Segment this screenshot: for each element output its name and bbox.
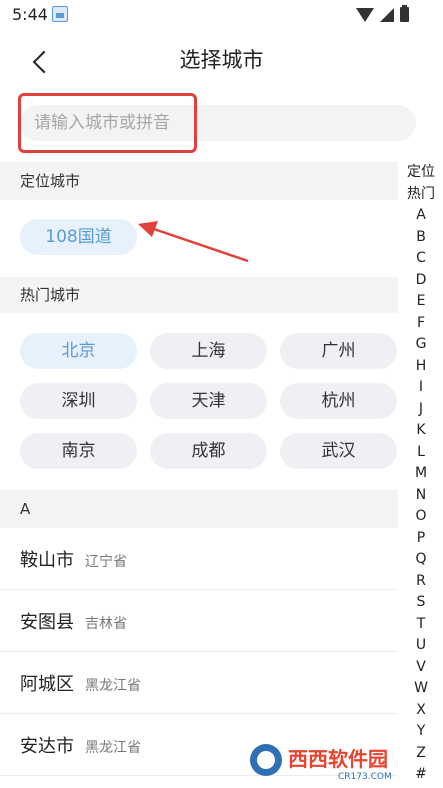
status-time: 5:44	[12, 5, 48, 24]
location-city-chip[interactable]: 108国道	[20, 219, 137, 255]
watermark-brand: 西西软件园	[288, 747, 388, 771]
index-item[interactable]: U	[404, 635, 438, 657]
hot-city-chip[interactable]: 天津	[150, 383, 267, 419]
hot-city-chip[interactable]: 上海	[150, 333, 267, 369]
city-province: 辽宁省	[85, 554, 127, 570]
index-item[interactable]: N	[404, 485, 438, 507]
city-name: 阿城区	[20, 674, 74, 695]
alphabet-index-bar[interactable]: 定位 热门 A B C D E F G H I J K L M N O P Q …	[404, 162, 438, 786]
city-province: 吉林省	[85, 616, 127, 632]
index-item[interactable]: D	[404, 270, 438, 292]
signal-icon	[380, 7, 394, 22]
page-title: 选择城市	[179, 48, 264, 72]
index-item[interactable]: P	[404, 528, 438, 550]
index-item[interactable]: S	[404, 592, 438, 614]
city-name: 安图县	[20, 612, 74, 633]
status-bar: 5:44	[0, 0, 443, 30]
index-item[interactable]: R	[404, 571, 438, 593]
hot-city-chip[interactable]: 成都	[150, 433, 267, 469]
city-province: 黑龙江省	[85, 678, 141, 694]
index-item[interactable]: J	[404, 399, 438, 421]
index-item[interactable]: A	[404, 205, 438, 227]
section-header-hot: 热门城市	[0, 277, 398, 313]
hot-city-chip[interactable]: 南京	[20, 433, 137, 469]
index-item[interactable]: L	[404, 442, 438, 464]
index-item[interactable]: I	[404, 377, 438, 399]
index-item[interactable]: G	[404, 334, 438, 356]
index-item-hot[interactable]: 热门	[404, 184, 438, 206]
city-list-item[interactable]: 安图县 吉林省	[0, 590, 398, 652]
index-item[interactable]: W	[404, 678, 438, 700]
annotation-arrow	[138, 221, 249, 263]
index-item[interactable]: E	[404, 291, 438, 313]
city-name: 鞍山市	[20, 550, 74, 571]
index-item[interactable]: X	[404, 700, 438, 722]
hot-city-chip[interactable]: 深圳	[20, 383, 137, 419]
index-item[interactable]: T	[404, 614, 438, 636]
index-item[interactable]: H	[404, 356, 438, 378]
index-item[interactable]: K	[404, 420, 438, 442]
watermark-domain: CR173.COM	[338, 772, 392, 782]
status-icons	[356, 5, 409, 22]
section-header-a: A	[0, 490, 398, 528]
index-item[interactable]: Q	[404, 549, 438, 571]
battery-icon	[400, 5, 409, 22]
city-list-item[interactable]: 阿城区 黑龙江省	[0, 652, 398, 714]
index-item-location[interactable]: 定位	[404, 162, 438, 184]
hot-city-chip[interactable]: 北京	[20, 333, 137, 369]
city-province: 黑龙江省	[85, 740, 141, 756]
index-item[interactable]: B	[404, 227, 438, 249]
index-item[interactable]: O	[404, 506, 438, 528]
index-item[interactable]: F	[404, 313, 438, 335]
city-list-item[interactable]: 鞍山市 辽宁省	[0, 528, 398, 590]
hot-city-chip[interactable]: 武汉	[280, 433, 397, 469]
header: 选择城市	[0, 30, 443, 84]
index-item[interactable]: V	[404, 657, 438, 679]
gallery-notification-icon	[52, 6, 68, 22]
watermark-logo: 西西软件园 CR173.COM	[250, 744, 392, 782]
city-name: 安达市	[20, 736, 74, 757]
wifi-icon	[356, 7, 374, 22]
index-item[interactable]: M	[404, 463, 438, 485]
search-highlight-annotation	[18, 93, 197, 153]
index-item[interactable]: C	[404, 248, 438, 270]
section-header-location: 定位城市	[0, 162, 398, 200]
hot-city-chip[interactable]: 广州	[280, 333, 397, 369]
hot-city-chip[interactable]: 杭州	[280, 383, 397, 419]
